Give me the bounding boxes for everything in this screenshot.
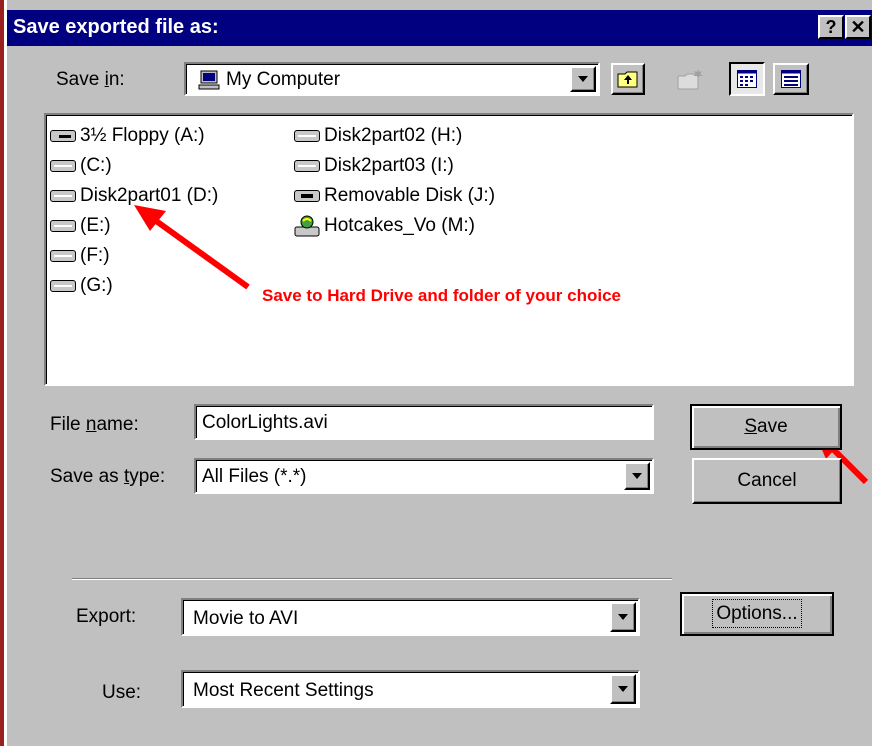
file-name-label-pre: File: [50, 414, 86, 435]
file-name-label-key: n: [85, 414, 97, 435]
options-button-text: Options...: [712, 599, 802, 628]
file-name-value: ColorLights.avi: [202, 412, 328, 433]
save-button-label-key: S: [744, 416, 758, 437]
use-value: Most Recent Settings: [193, 680, 374, 701]
save-type-value: All Files (*.*): [202, 466, 307, 487]
chevron-down-icon: [632, 473, 642, 479]
export-dropdown[interactable]: Movie to AVI: [181, 598, 640, 636]
save-type-dropdown[interactable]: All Files (*.*): [194, 458, 654, 494]
file-name-label: File name:: [50, 414, 139, 436]
annotation-text: Save to Hard Drive and folder of your ch…: [262, 286, 621, 305]
chevron-down-icon: [618, 614, 628, 620]
save-button[interactable]: Save: [690, 404, 842, 450]
chevron-down-icon: [618, 686, 628, 692]
file-name-input[interactable]: ColorLights.avi: [194, 404, 654, 440]
cancel-button-label: Cancel: [737, 470, 797, 491]
cancel-button[interactable]: Cancel: [692, 458, 842, 504]
export-value: Movie to AVI: [193, 608, 299, 629]
arrow-to-drive-icon: [134, 205, 250, 290]
use-dropdown[interactable]: Most Recent Settings: [181, 670, 640, 708]
use-label: Use:: [102, 682, 142, 703]
separator: [72, 578, 672, 580]
save-type-label-post: ype:: [129, 466, 166, 487]
save-button-label-rest: ave: [757, 416, 788, 437]
save-type-dropdown-arrow[interactable]: [624, 462, 650, 490]
export-label: Export:: [76, 606, 137, 627]
save-type-label: Save as type:: [50, 466, 165, 488]
use-dropdown-arrow[interactable]: [610, 674, 636, 704]
file-name-label-post: ame:: [96, 414, 139, 435]
save-type-label-pre: Save as: [50, 466, 124, 487]
options-button-label: Options...: [682, 599, 832, 628]
options-button[interactable]: Options...: [680, 592, 834, 636]
export-dropdown-arrow[interactable]: [610, 602, 636, 632]
save-button-label: Save: [692, 416, 840, 438]
